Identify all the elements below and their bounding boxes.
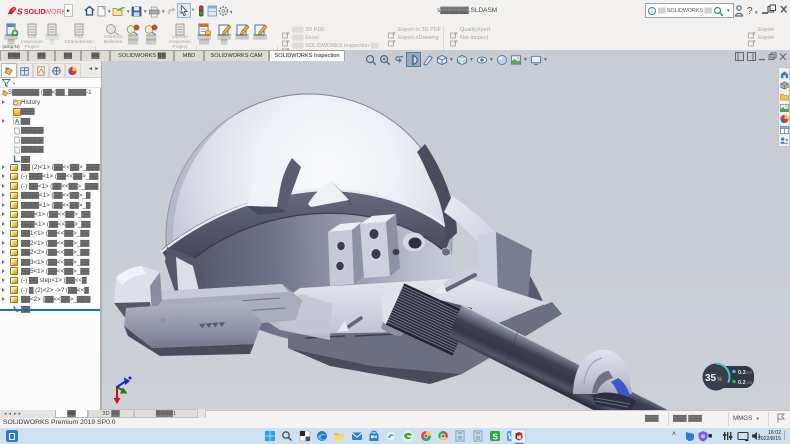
svg-text:WORKS: WORKS	[45, 9, 67, 16]
svg-text:S: S	[492, 431, 498, 441]
svg-text:▼: ▼	[107, 9, 111, 14]
svg-text:x/s: x/s	[747, 370, 754, 375]
svg-text:SOLID: SOLID	[24, 9, 45, 16]
svg-text:x/s: x/s	[747, 380, 754, 385]
svg-text:▼: ▼	[161, 9, 165, 14]
svg-text:S: S	[17, 7, 23, 17]
svg-text:▼: ▼	[126, 9, 130, 14]
svg-text:▼: ▼	[229, 10, 232, 15]
svg-text:0.3: 0.3	[738, 370, 746, 376]
svg-text:▼: ▼	[754, 10, 758, 15]
svg-text:35: 35	[705, 373, 717, 384]
svg-text:0.2: 0.2	[738, 380, 746, 386]
svg-text:%: %	[718, 377, 723, 383]
svg-text:▼: ▼	[143, 9, 147, 14]
svg-text:A: A	[15, 119, 20, 126]
svg-text:?: ?	[747, 6, 753, 17]
